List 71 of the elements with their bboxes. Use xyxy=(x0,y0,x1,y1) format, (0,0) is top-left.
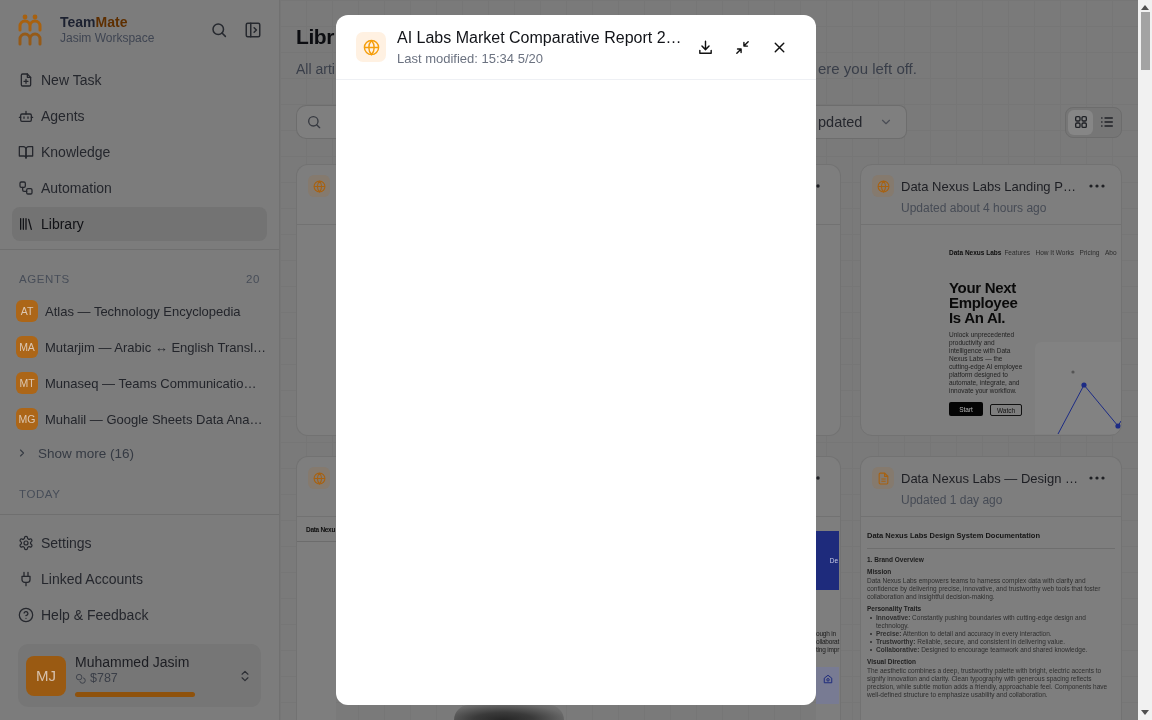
sidebar-toggle-icon[interactable] xyxy=(244,21,262,39)
user-card[interactable]: MJ Muhammed Jasim $787 xyxy=(18,644,261,707)
document-icon xyxy=(872,467,894,489)
agent-item[interactable]: MT Munaseq — Teams Communicatio… xyxy=(12,366,267,400)
chart-point xyxy=(1081,382,1087,388)
show-more-button[interactable]: Show more (16) xyxy=(12,436,267,470)
search-icon xyxy=(306,114,322,130)
scroll-down-icon[interactable] xyxy=(1141,710,1149,715)
nav-item[interactable]: Settings xyxy=(12,526,267,560)
card-title: Data Nexus Labs — Design … xyxy=(901,470,1079,486)
nav-item[interactable]: New Task xyxy=(12,63,267,97)
list-icon xyxy=(1098,114,1115,130)
nav-item[interactable]: Agents xyxy=(12,99,267,133)
nav-item[interactable]: Automation xyxy=(12,171,267,205)
search-icon[interactable] xyxy=(210,21,228,39)
scroll-up-icon[interactable] xyxy=(1141,5,1149,10)
logo-icon xyxy=(17,14,43,46)
nav-item[interactable]: Linked Accounts xyxy=(12,562,267,596)
robot-icon xyxy=(18,108,34,124)
page-subtitle: ere you left off. xyxy=(818,60,917,78)
book-icon xyxy=(18,144,34,160)
app-name: TeamMate xyxy=(60,14,129,31)
globe-icon xyxy=(308,467,330,489)
chart-point xyxy=(1115,423,1121,429)
books-icon xyxy=(18,216,34,232)
coins-icon xyxy=(75,673,86,684)
agent-avatar: MA xyxy=(16,336,38,358)
settings-icon xyxy=(18,535,34,551)
agent-avatar: MT xyxy=(16,372,38,394)
file-plus-icon xyxy=(18,72,34,88)
nav-item[interactable]: Knowledge xyxy=(12,135,267,169)
search-field[interactable] xyxy=(296,105,336,139)
page-title: Libr xyxy=(296,24,335,50)
grid-icon xyxy=(1072,114,1089,130)
dot-icon[interactable] xyxy=(816,184,820,188)
more-icon[interactable] xyxy=(1089,476,1105,480)
agent-item[interactable]: AT Atlas — Technology Encyclopedia xyxy=(12,294,267,328)
agent-avatar: AT xyxy=(16,300,38,322)
scrollbar-thumb[interactable] xyxy=(1140,12,1150,70)
minimize-icon xyxy=(733,38,751,56)
nav-item[interactable]: Help & Feedback xyxy=(12,598,267,632)
agent-item[interactable]: MA Mutarjim — Arabic ↔ English Transl… xyxy=(12,330,267,364)
agent-item[interactable]: MG Muhalil — Google Sheets Data Ana… xyxy=(12,402,267,436)
globe-icon xyxy=(308,175,330,197)
user-name: Muhammed Jasim xyxy=(75,654,191,671)
nodes-icon xyxy=(18,180,34,196)
home-icon xyxy=(822,674,833,684)
nav-item[interactable]: Library xyxy=(12,207,267,241)
updated-time: Updated 1 day ago xyxy=(901,492,1004,508)
credit-amount: $787 xyxy=(90,671,118,686)
dot-icon[interactable] xyxy=(816,476,820,480)
page-subtitle: All arti xyxy=(296,60,336,78)
workspace-name: Jasim Workspace xyxy=(60,31,155,46)
card-title: Data Nexus Labs Landing P… xyxy=(901,178,1076,194)
artifact-card[interactable] xyxy=(860,456,1122,720)
user-avatar: MJ xyxy=(26,655,66,696)
help-icon xyxy=(18,607,34,623)
artifact-card[interactable] xyxy=(860,164,1122,436)
agent-avatar: MG xyxy=(16,408,38,430)
globe-icon xyxy=(356,32,386,62)
chart-point xyxy=(1071,370,1075,374)
more-icon[interactable] xyxy=(1089,184,1105,188)
sort-dropdown[interactable]: pdated xyxy=(816,105,907,139)
dialog-title: AI Labs Market Comparative Report 2… xyxy=(397,27,682,48)
download-icon xyxy=(696,38,714,56)
last-modified-text: Last modified: 15:34 5/20 xyxy=(397,50,543,67)
preview-headline: Your Next Employee Is An AI. xyxy=(949,280,1019,325)
grid-view-button[interactable] xyxy=(1068,109,1093,135)
plug-icon xyxy=(18,571,34,587)
globe-icon xyxy=(872,175,894,197)
chart-line xyxy=(1057,384,1121,434)
